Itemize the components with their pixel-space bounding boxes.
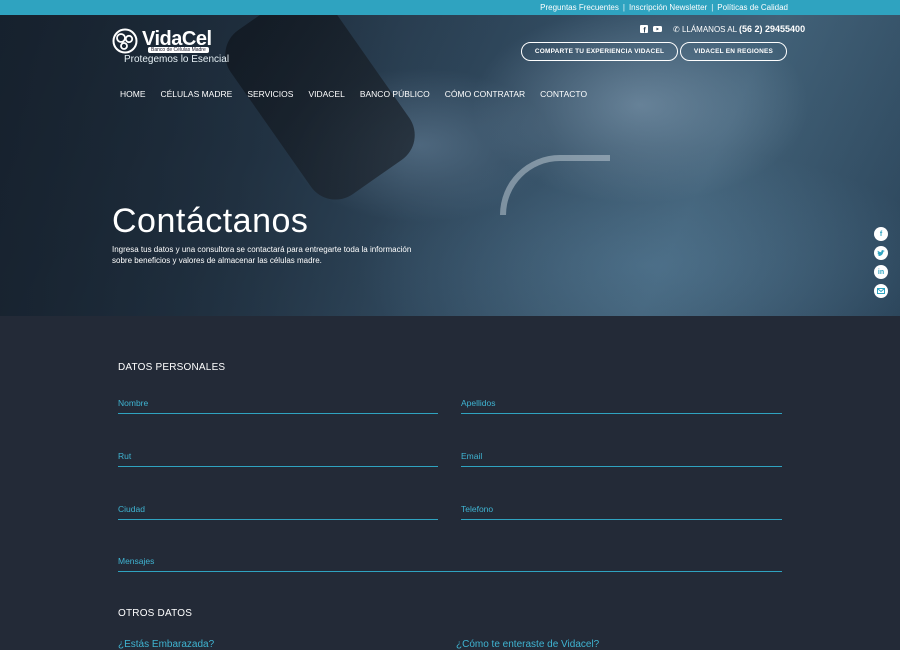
header-social: f [640,25,662,35]
separator: | [622,3,625,12]
facebook-icon[interactable]: f [874,227,888,241]
nav-celulas-madre[interactable]: CÉLULAS MADRE [161,89,233,99]
phone-number: (56 2) 29455400 [739,24,806,34]
telefono-field[interactable]: Telefono [461,504,782,520]
nav-contacto[interactable]: CONTACTO [540,89,587,99]
mensajes-field[interactable]: Mensajes [118,556,782,572]
nav-como-contratar[interactable]: CÓMO CONTRATAR [445,89,525,99]
top-bar: Preguntas Frecuentes | Inscripción Newslet… [0,0,900,15]
nav-vidacel[interactable]: VIDACEL [308,89,344,99]
email-icon[interactable] [874,284,888,298]
telefono-label: Telefono [461,504,494,514]
other-data-title: OTROS DATOS [118,608,193,619]
phone-prefix: LLÁMANOS AL [681,25,737,34]
share-experience-button[interactable]: COMPARTE TU EXPERIENCIA VIDACEL [521,42,678,61]
site-logo[interactable]: VidaCel Banco de Células Madre Protegemo… [112,28,229,68]
nav-banco-publico[interactable]: BANCO PÚBLICO [360,89,430,99]
rut-field[interactable]: Rut [118,451,438,467]
ciudad-label: Ciudad [118,504,145,514]
top-links: Preguntas Frecuentes | Inscripción Newslet… [540,3,788,12]
facebook-icon[interactable]: f [640,25,648,35]
page-title: Contáctanos [112,202,309,240]
twitter-icon[interactable] [874,246,888,260]
phone-icon: ✆ [673,25,680,34]
nav-home[interactable]: HOME [120,89,146,99]
youtube-icon[interactable] [653,25,662,35]
logo-cells-icon [112,28,138,54]
rut-label: Rut [118,451,132,461]
phone-contact[interactable]: ✆ LLÁMANOS AL (56 2) 29455400 [673,24,805,34]
email-field[interactable]: Email [461,451,782,467]
hero-description: Ingresa tus datos y una consultora se co… [112,245,412,265]
apellidos-label: Apellidos [461,398,496,408]
pregnant-question[interactable]: ¿Estás Embarazada? [118,639,214,650]
mensajes-label: Mensajes [118,556,155,566]
logo-slogan: Protegemos lo Esencial [124,54,230,65]
link-quality-policies[interactable]: Políticas de Calidad [717,3,788,12]
linkedin-icon[interactable]: in [874,265,888,279]
referral-question[interactable]: ¿Cómo te enteraste de Vidacel? [456,639,599,650]
regions-button[interactable]: VIDACEL EN REGIONES [680,42,787,61]
main-nav: HOME CÉLULAS MADRE SERVICIOS VIDACEL BAN… [120,89,602,99]
logo-subtitle: Banco de Células Madre [148,47,209,53]
side-share-bar: f in [874,227,888,298]
link-faq[interactable]: Preguntas Frecuentes [540,3,619,12]
personal-data-title: DATOS PERSONALES [118,362,226,373]
ciudad-field[interactable]: Ciudad [118,504,438,520]
nombre-label: Nombre [118,398,149,408]
email-label: Email [461,451,483,461]
link-newsletter[interactable]: Inscripción Newsletter [629,3,707,12]
nombre-field[interactable]: Nombre [118,398,438,414]
nav-servicios[interactable]: SERVICIOS [247,89,293,99]
separator: | [711,3,714,12]
apellidos-field[interactable]: Apellidos [461,398,782,414]
